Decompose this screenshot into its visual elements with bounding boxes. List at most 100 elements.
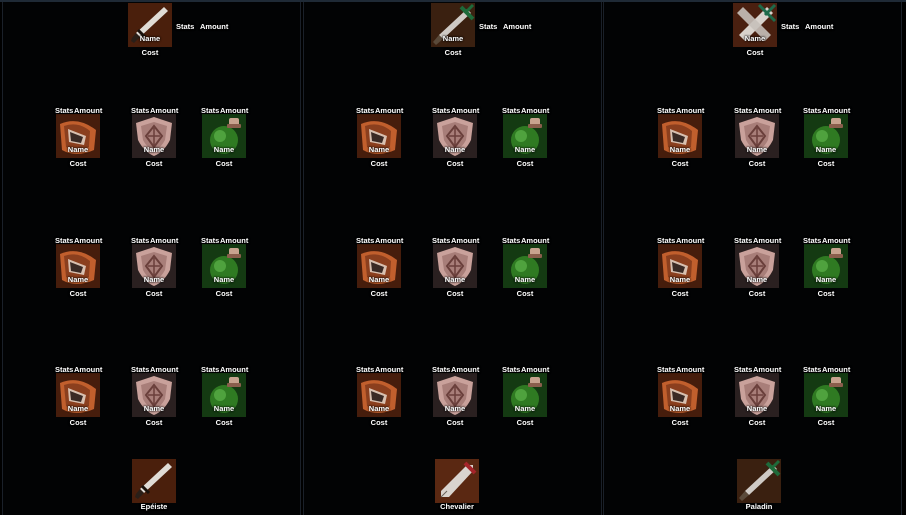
item-cost-label: Cost — [817, 418, 835, 427]
shop-item-slot[interactable]: Stats Amount Name Cost — [356, 106, 403, 168]
item-cost-label: Cost — [746, 48, 764, 57]
green-sword-icon — [737, 459, 781, 503]
shop-item-slot[interactable]: Stats Amount Name Cost — [201, 365, 248, 427]
item-name-label: Name — [669, 145, 691, 154]
item-name-label: Name — [139, 34, 161, 43]
item-name-label: Name — [514, 404, 536, 413]
item-name-label: Name — [67, 145, 89, 154]
item-stats-label: Stats — [432, 365, 451, 374]
shop-item-slot[interactable]: Stats Amount Name Cost — [55, 365, 102, 427]
item-cost-label: Cost — [145, 159, 163, 168]
item-name-label: Name — [67, 404, 89, 413]
broadsword-icon — [435, 459, 479, 503]
item-cost-label: Cost — [671, 418, 689, 427]
item-name-label: Name — [213, 275, 235, 284]
item-amount-label: Amount — [805, 22, 834, 31]
shop-item-slot[interactable]: Stats Amount Name Cost — [734, 106, 781, 168]
shop-item-slot[interactable]: Stats Amount Name Cost — [734, 365, 781, 427]
shop-item-slot[interactable]: Stats Amount Name Cost — [657, 365, 704, 427]
item-cost-label: Cost — [69, 289, 87, 298]
item-cost-label: Cost — [817, 159, 835, 168]
item-cost-label: Cost — [215, 418, 233, 427]
item-name-label: Name — [746, 275, 768, 284]
shop-item-slot[interactable]: Stats Amount Name Cost — [201, 236, 248, 298]
item-name-label: Name — [514, 145, 536, 154]
shop-item-slot[interactable]: Stats Amount Name Cost — [803, 236, 850, 298]
featured-item-slot[interactable]: Name Cost Stats Amount — [733, 3, 833, 57]
item-amount-label: Amount — [676, 236, 705, 245]
featured-item-slot[interactable]: Name Cost Stats Amount — [431, 3, 531, 57]
shop-item-slot[interactable]: Stats Amount Name Cost — [803, 365, 850, 427]
item-amount-label: Amount — [451, 365, 480, 374]
shop-item-slot[interactable]: Stats Amount Name Cost — [55, 236, 102, 298]
item-name-label: Name — [368, 404, 390, 413]
item-stats-label: Stats — [55, 236, 74, 245]
item-cost-label: Cost — [516, 418, 534, 427]
item-cost-label: Cost — [69, 418, 87, 427]
item-stats-label: Stats — [734, 236, 753, 245]
item-stats-label: Stats — [432, 106, 451, 115]
item-stats-label: Stats — [502, 106, 521, 115]
class-weapon-slot[interactable]: Paladin — [737, 459, 781, 511]
item-cost-label: Cost — [145, 289, 163, 298]
item-amount-label: Amount — [220, 365, 249, 374]
shop-item-slot[interactable]: Stats Amount Name Cost — [201, 106, 248, 168]
item-name-label: Name — [444, 404, 466, 413]
item-cost-label: Cost — [516, 289, 534, 298]
item-cost-label: Cost — [817, 289, 835, 298]
shop-item-slot[interactable]: Stats Amount Name Cost — [131, 106, 178, 168]
item-name-label: Name — [669, 275, 691, 284]
shop-item-slot[interactable]: Stats Amount Name Cost — [131, 365, 178, 427]
shop-item-slot[interactable]: Stats Amount Name Cost — [55, 106, 102, 168]
item-stats-label: Stats — [803, 106, 822, 115]
item-stats-label: Stats — [479, 22, 498, 31]
shop-item-slot[interactable]: Stats Amount Name Cost — [356, 365, 403, 427]
item-cost-label: Cost — [446, 289, 464, 298]
item-name-label: Name — [442, 34, 464, 43]
item-amount-label: Amount — [503, 22, 532, 31]
item-stats-label: Stats — [131, 365, 150, 374]
item-cost-label: Cost — [141, 48, 159, 57]
item-stats-label: Stats — [734, 106, 753, 115]
item-stats-label: Stats — [502, 365, 521, 374]
item-cost-label: Cost — [215, 289, 233, 298]
class-name-label: Paladin — [745, 502, 773, 511]
item-amount-label: Amount — [375, 106, 404, 115]
featured-item-slot[interactable]: Name Cost Stats Amount — [128, 3, 228, 57]
class-panel-2: Name Cost Stats Amount Stats Amount Name Cost St… — [603, 2, 902, 515]
item-name-label: Name — [213, 145, 235, 154]
item-amount-label: Amount — [375, 365, 404, 374]
item-amount-label: Amount — [521, 236, 550, 245]
item-name-label: Name — [669, 404, 691, 413]
shop-item-slot[interactable]: Stats Amount Name Cost — [502, 106, 549, 168]
item-stats-label: Stats — [657, 365, 676, 374]
shop-item-slot[interactable]: Stats Amount Name Cost — [734, 236, 781, 298]
item-name-label: Name — [514, 275, 536, 284]
class-weapon-slot[interactable]: Epéiste — [132, 459, 176, 511]
shop-item-slot[interactable]: Stats Amount Name Cost — [432, 365, 479, 427]
item-name-label: Name — [368, 145, 390, 154]
item-amount-label: Amount — [822, 365, 851, 374]
item-name-label: Name — [746, 145, 768, 154]
item-amount-label: Amount — [753, 106, 782, 115]
item-name-label: Name — [744, 34, 766, 43]
item-cost-label: Cost — [370, 418, 388, 427]
item-stats-label: Stats — [356, 236, 375, 245]
shop-item-slot[interactable]: Stats Amount Name Cost — [131, 236, 178, 298]
shop-item-slot[interactable]: Stats Amount Name Cost — [502, 365, 549, 427]
shop-item-slot[interactable]: Stats Amount Name Cost — [657, 106, 704, 168]
item-amount-label: Amount — [150, 106, 179, 115]
shop-item-slot[interactable]: Stats Amount Name Cost — [432, 106, 479, 168]
item-name-label: Name — [815, 404, 837, 413]
item-amount-label: Amount — [753, 236, 782, 245]
shop-item-slot[interactable]: Stats Amount Name Cost — [502, 236, 549, 298]
class-weapon-slot[interactable]: Chevalier — [435, 459, 479, 511]
item-stats-label: Stats — [432, 236, 451, 245]
dagger-icon — [132, 459, 176, 503]
shop-item-slot[interactable]: Stats Amount Name Cost — [356, 236, 403, 298]
shop-item-slot[interactable]: Stats Amount Name Cost — [432, 236, 479, 298]
shop-item-slot[interactable]: Stats Amount Name Cost — [657, 236, 704, 298]
item-amount-label: Amount — [822, 106, 851, 115]
shop-item-slot[interactable]: Stats Amount Name Cost — [803, 106, 850, 168]
item-amount-label: Amount — [220, 106, 249, 115]
